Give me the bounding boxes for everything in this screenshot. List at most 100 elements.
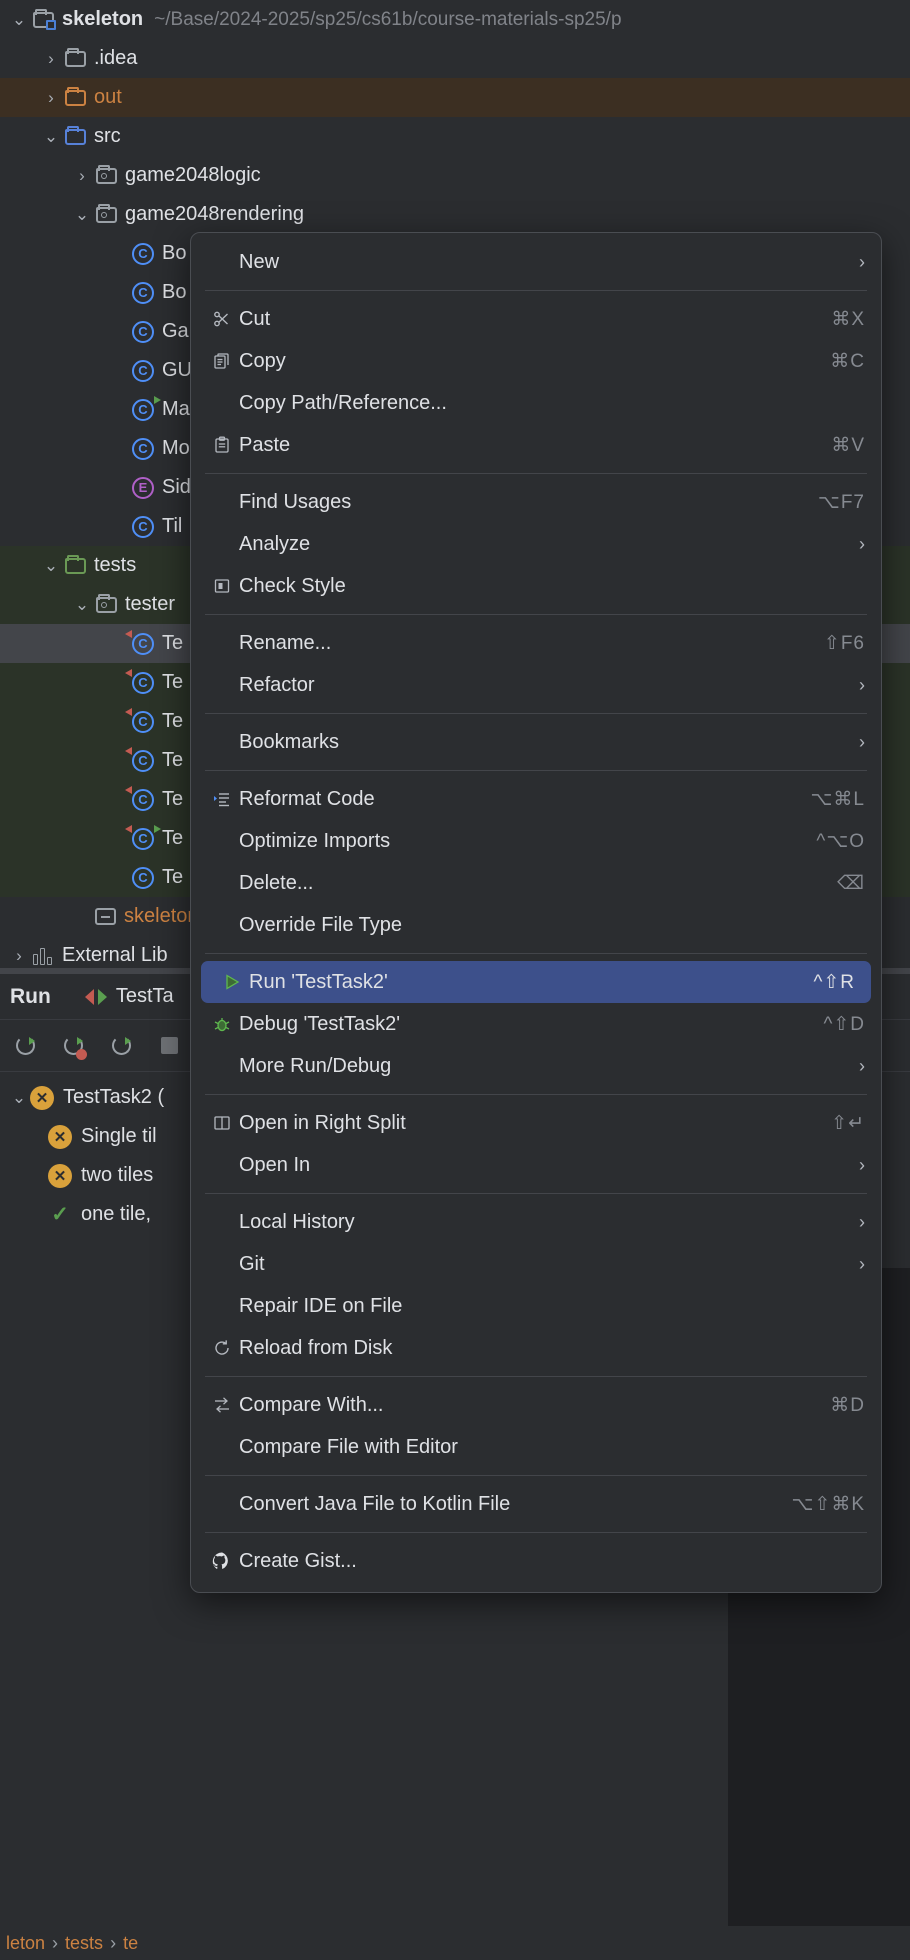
reformat-icon	[205, 789, 239, 809]
menu-item-git[interactable]: Git ›	[191, 1243, 881, 1285]
split-icon	[205, 1113, 239, 1133]
menu-item-label: Rename...	[239, 631, 332, 654]
test-label: TestTask2 (	[63, 1086, 165, 1108]
tree-item-label: .idea	[94, 47, 138, 69]
chevron-down-icon[interactable]: ⌄	[8, 1088, 30, 1108]
rerun-coverage-icon[interactable]	[106, 1031, 136, 1061]
menu-item-bookmarks[interactable]: Bookmarks ›	[191, 721, 881, 763]
menu-item-more-run-debug[interactable]: More Run/Debug ›	[191, 1045, 881, 1087]
breadcrumb-part[interactable]: leton	[6, 1933, 45, 1954]
menu-item-rename[interactable]: Rename... ⇧F6	[191, 622, 881, 664]
tree-row-src[interactable]: ⌄ src	[0, 117, 910, 156]
menu-item-open-in[interactable]: Open In ›	[191, 1144, 881, 1186]
github-icon	[205, 1551, 239, 1572]
tree-item-label: game2048logic	[125, 164, 261, 186]
menu-item-open-in-right-split[interactable]: Open in Right Split ⇧↵	[191, 1102, 881, 1144]
menu-item-compare-file-with-editor[interactable]: Compare File with Editor	[191, 1426, 881, 1468]
menu-item-copy[interactable]: Copy ⌘C	[191, 340, 881, 382]
breadcrumb[interactable]: leton › tests › te	[0, 1926, 910, 1960]
menu-separator	[205, 1475, 867, 1476]
java-class-icon: C	[130, 437, 156, 460]
menu-item-label: Paste	[239, 433, 291, 456]
run-tab[interactable]: TestTa	[84, 985, 174, 1008]
chevron-down-icon[interactable]: ⌄	[40, 127, 62, 147]
context-menu[interactable]: New › Cut ⌘X Copy ⌘C Copy Path/Reference…	[190, 232, 882, 1593]
menu-item-reload-from-disk[interactable]: Reload from Disk	[191, 1327, 881, 1369]
java-class-icon: C	[130, 281, 156, 304]
rerun-icon[interactable]	[10, 1031, 40, 1061]
menu-item-refactor[interactable]: Refactor ›	[191, 664, 881, 706]
menu-item-repair-ide-on-file[interactable]: Repair IDE on File	[191, 1285, 881, 1327]
menu-item-override-file-type[interactable]: Override File Type	[191, 904, 881, 946]
menu-item-reformat-code[interactable]: Reformat Code ⌥⌘L	[191, 778, 881, 820]
module-folder-icon	[30, 8, 56, 30]
menu-separator	[205, 290, 867, 291]
compare-icon	[205, 1395, 239, 1415]
folder-excluded-icon	[62, 86, 88, 106]
menu-item-label: Run 'TestTask2'	[249, 970, 388, 993]
menu-item-shortcut: ⌘V	[831, 434, 865, 456]
menu-item-label: Reformat Code	[239, 787, 375, 810]
java-runnable-class-icon: C	[130, 395, 161, 421]
java-class-icon: C	[130, 320, 156, 343]
menu-item-new[interactable]: New ›	[191, 241, 881, 283]
tree-row-idea[interactable]: › .idea	[0, 39, 910, 78]
menu-item-shortcut: ⌘C	[830, 350, 865, 372]
menu-item-analyze[interactable]: Analyze ›	[191, 523, 881, 565]
chevron-right-icon: ›	[859, 533, 865, 554]
menu-item-copy-path-reference[interactable]: Copy Path/Reference...	[191, 382, 881, 424]
rerun-failed-icon[interactable]	[58, 1031, 88, 1061]
tree-row-out[interactable]: › out	[0, 78, 910, 117]
chevron-right-icon[interactable]: ›	[40, 49, 62, 69]
folder-icon	[62, 47, 88, 67]
tree-root-label: skeleton	[62, 8, 144, 30]
tree-item-label: GU	[162, 359, 192, 381]
run-panel-title: Run	[10, 984, 51, 1008]
menu-item-label: New	[239, 250, 280, 273]
stop-icon[interactable]	[154, 1031, 184, 1061]
chevron-down-icon[interactable]: ⌄	[71, 595, 93, 615]
tree-item-label: Te	[162, 866, 184, 888]
chevron-right-icon: ›	[859, 1253, 865, 1274]
menu-item-debug-testtask2[interactable]: Debug 'TestTask2' ^⇧D	[191, 1003, 881, 1045]
menu-item-compare-with[interactable]: Compare With... ⌘D	[191, 1384, 881, 1426]
breadcrumb-part[interactable]: te	[123, 1933, 138, 1954]
menu-item-check-style[interactable]: Check Style	[191, 565, 881, 607]
menu-item-label: Open in Right Split	[239, 1111, 406, 1134]
menu-item-paste[interactable]: Paste ⌘V	[191, 424, 881, 466]
chevron-down-icon[interactable]: ⌄	[40, 556, 62, 576]
chevron-down-icon[interactable]: ⌄	[71, 205, 93, 225]
chevron-right-icon[interactable]: ›	[71, 166, 93, 186]
tree-row-game2048logic[interactable]: › game2048logic	[0, 156, 910, 195]
java-test-class-icon: C	[125, 629, 156, 655]
menu-item-shortcut: ^⇧D	[823, 1013, 865, 1035]
java-test-class-icon: C	[125, 785, 156, 811]
tree-row-root[interactable]: ⌄ skeleton ~/Base/2024-2025/sp25/cs61b/c…	[0, 0, 910, 39]
menu-item-delete[interactable]: Delete... ⌫	[191, 862, 881, 904]
tree-item-label: tests	[94, 554, 137, 576]
menu-item-cut[interactable]: Cut ⌘X	[191, 298, 881, 340]
tree-item-label: game2048rendering	[125, 203, 305, 225]
chevron-right-icon[interactable]: ›	[8, 946, 30, 966]
menu-item-label: Optimize Imports	[239, 829, 391, 852]
tree-item-label: Te	[162, 788, 184, 810]
menu-item-find-usages[interactable]: Find Usages ⌥F7	[191, 481, 881, 523]
tree-row-game2048rendering[interactable]: ⌄ game2048rendering	[0, 195, 910, 234]
checkstyle-icon	[205, 576, 239, 596]
test-passed-icon: ✓	[51, 1203, 69, 1226]
menu-item-optimize-imports[interactable]: Optimize Imports ^⌥O	[191, 820, 881, 862]
chevron-right-icon[interactable]: ›	[40, 88, 62, 108]
menu-item-run-testtask2[interactable]: Run 'TestTask2' ^⇧R	[201, 961, 871, 1003]
menu-item-local-history[interactable]: Local History ›	[191, 1201, 881, 1243]
menu-item-convert-java-to-kotlin[interactable]: Convert Java File to Kotlin File ⌥⇧⌘K	[191, 1483, 881, 1525]
java-class-icon: C	[130, 359, 156, 382]
menu-item-create-gist[interactable]: Create Gist...	[191, 1540, 881, 1582]
test-failed-icon: ✕	[48, 1124, 72, 1149]
breadcrumb-part[interactable]: tests	[65, 1933, 103, 1954]
menu-item-label: Debug 'TestTask2'	[239, 1012, 401, 1035]
chevron-down-icon[interactable]: ⌄	[8, 10, 30, 30]
menu-item-shortcut: ⇧F6	[823, 632, 865, 654]
menu-item-label: Compare File with Editor	[239, 1435, 458, 1458]
tree-item-label: Mo	[162, 437, 190, 459]
menu-item-shortcut: ⌫	[837, 872, 865, 894]
